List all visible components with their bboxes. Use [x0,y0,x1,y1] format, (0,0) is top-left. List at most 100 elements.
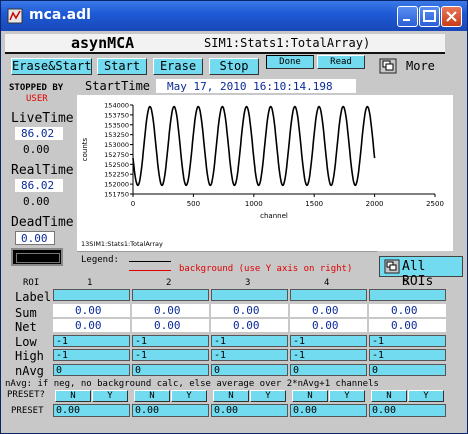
roi-preset-input[interactable]: 0.00 [290,404,367,417]
legend-background-text: background (use Y axis on right) [179,264,353,274]
roi-low-input[interactable]: -1 [211,335,288,347]
roi-net-value: 0.00 [233,319,260,332]
roi-preset-n-button[interactable]: N [213,390,249,402]
roi-label-input[interactable] [211,289,288,301]
roi-label-input[interactable] [132,289,209,301]
roi-preset-n-button[interactable]: N [134,390,170,402]
legend-label: Legend: [81,255,119,265]
start-time-value: May 17, 2010 16:10:14.198 [167,80,333,93]
x-tick-label: 2000 [366,200,384,208]
roi-row-label-sum: Sum [15,306,37,320]
x-tick-label: 2500 [426,200,444,208]
maximize-button[interactable] [419,6,440,27]
roi-net-value: 0.00 [75,319,102,332]
mca-window: mca.adl asynMCA SIM1:Stats1:TotalArray) … [0,0,468,434]
roi-preset-n-button[interactable]: N [371,390,407,402]
series-line [132,105,376,187]
roi-navg-input[interactable]: 0 [290,364,367,376]
dead-time-label: DeadTime [11,215,74,230]
trace-label: 13SIM1:Stats1:TotalArray [81,240,163,248]
y-tick-label: 153000 [104,141,129,149]
roi-row-label-navg: nAvg [15,364,44,378]
x-tick-label: 500 [187,200,200,208]
roi-preset-y-button[interactable]: Y [408,390,444,402]
roi-preset-n-button[interactable]: N [55,390,91,402]
y-tick-label: 152500 [104,161,129,169]
roi-col-header: 5 [403,278,409,288]
more-windows-icon[interactable] [379,58,397,74]
roi-navg-input[interactable]: 0 [369,364,446,376]
y-tick-label: 153500 [104,121,129,129]
maximize-icon [423,10,436,22]
stop-button[interactable]: Stop [209,58,259,75]
roi-preset-input[interactable]: 0.00 [369,404,446,417]
minimize-button[interactable] [397,6,418,27]
roi-row-label-low: Low [15,335,37,349]
roi-label-input[interactable] [53,289,130,301]
roi-col-header: 3 [245,278,251,288]
roi-low-input[interactable]: -1 [369,335,446,347]
dead-time-value: 0.00 [21,232,48,245]
roi-label-input[interactable] [290,289,367,301]
roi-navg-input[interactable]: 0 [211,364,288,376]
window-title: mca.adl [29,7,91,23]
stopped-by-label: STOPPED BY [9,83,64,93]
all-rois-button[interactable]: All ROIs [379,256,463,289]
more-label[interactable]: More [406,59,435,73]
header-bar: asynMCA SIM1:Stats1:TotalArray) [5,34,445,54]
roi-preset-y-button[interactable]: Y [171,390,207,402]
read-button[interactable]: Read [317,55,365,69]
roi-col-header: 1 [87,278,93,288]
roi-preset-y-button[interactable]: Y [329,390,365,402]
y-tick-label: 154000 [104,102,129,110]
roi-high-input[interactable]: -1 [53,349,130,361]
y-axis-label: counts [81,137,89,161]
spectrum-plot: 0 500 1000 1500 2000 2500 151750 152000 152250 15… [81,102,444,249]
roi-net-value: 0.00 [312,319,339,332]
preset-q-label: PRESET? [7,390,45,400]
roi-preset-y-button[interactable]: Y [250,390,286,402]
x-axis-label: channel [260,212,288,220]
real-time-preset: 0.00 [23,195,50,208]
roi-navg-input[interactable]: 0 [53,364,130,376]
pv-name: SIM1:Stats1:TotalArray) [204,36,371,50]
start-button[interactable]: Start [97,58,147,75]
roi-low-input[interactable]: -1 [132,335,209,347]
done-button[interactable]: Done [266,55,314,69]
roi-label-input[interactable] [369,289,446,301]
roi-high-input[interactable]: -1 [132,349,209,361]
x-tick-label: 1500 [305,200,323,208]
erase-start-button[interactable]: Erase&Start [11,58,92,75]
roi-low-input[interactable]: -1 [290,335,367,347]
y-tick-label: 153250 [104,131,129,139]
roi-preset-y-button[interactable]: Y [92,390,128,402]
roi-preset-n-button[interactable]: N [292,390,328,402]
erase-button[interactable]: Erase [153,58,203,75]
minimize-icon [403,19,410,21]
roi-preset-input[interactable]: 0.00 [132,404,209,417]
title-bar[interactable]: mca.adl [1,1,467,31]
roi-high-input[interactable]: -1 [369,349,446,361]
stopped-by-value: USER [26,94,48,104]
roi-preset-input[interactable]: 0.00 [211,404,288,417]
roi-low-input[interactable]: -1 [53,335,130,347]
roi-row-label-net: Net [15,320,37,334]
navg-note: nAvg: if neg, no background calc, else a… [5,379,379,389]
all-rois-icon [384,259,400,274]
roi-high-input[interactable]: -1 [211,349,288,361]
status-indicator [11,248,63,266]
roi-high-input[interactable]: -1 [290,349,367,361]
live-time-preset: 0.00 [23,143,50,156]
roi-navg-input[interactable]: 0 [132,364,209,376]
roi-sum-value: 0.00 [312,304,339,317]
spectrum-chart[interactable]: 0 500 1000 1500 2000 2500 151750 152000 152250 15… [77,95,453,251]
preset-label: PRESET [11,406,44,416]
live-time-label: LiveTime [11,111,74,126]
real-time-value: 86.02 [21,179,55,192]
close-button[interactable] [441,6,462,27]
app-icon [7,8,23,24]
roi-col-header: 2 [166,278,172,288]
roi-sum-value: 0.00 [75,304,102,317]
roi-preset-input[interactable]: 0.00 [53,404,130,417]
roi-net-value: 0.00 [391,319,418,332]
